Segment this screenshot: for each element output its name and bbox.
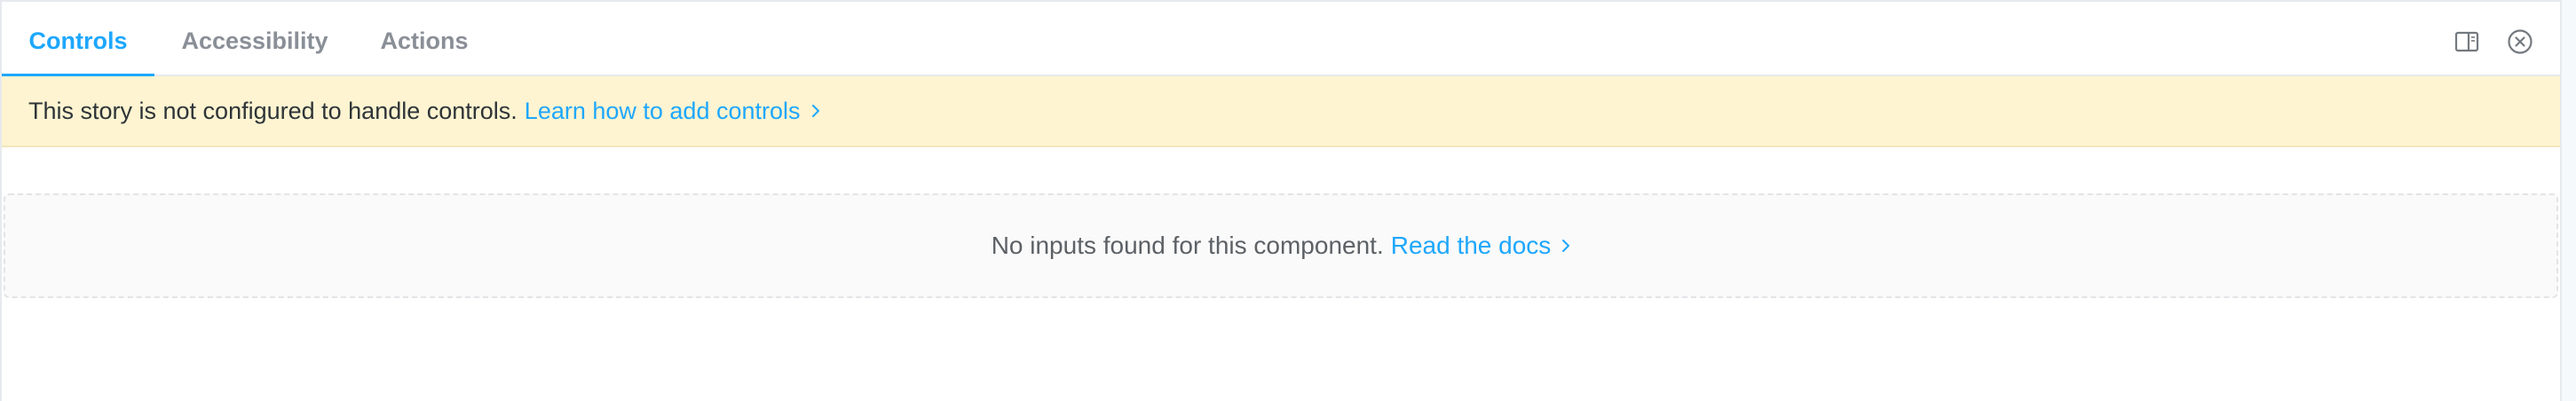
controls-warning-banner: This story is not configured to handle c…: [2, 76, 2560, 147]
tab-controls-label: Controls: [28, 27, 128, 54]
tab-controls[interactable]: Controls: [2, 5, 154, 78]
right-edge-gutter: [2560, 0, 2576, 401]
addon-tab-bar: Controls Accessibility Actions: [2, 5, 2560, 78]
read-docs-link[interactable]: Read the docs: [1391, 232, 1571, 260]
learn-add-controls-link[interactable]: Learn how to add controls: [525, 98, 820, 125]
tab-accessibility[interactable]: Accessibility: [167, 5, 343, 76]
addons-panel: Controls Accessibility Actions This stor: [0, 0, 2560, 401]
tab-accessibility-label: Accessibility: [181, 27, 328, 54]
chevron-right-icon: [1562, 240, 1570, 252]
close-addon-panel-button[interactable]: [2507, 28, 2533, 55]
learn-add-controls-label: Learn how to add controls: [524, 97, 801, 124]
empty-inputs-box: No inputs found for this component. Read…: [4, 193, 2558, 298]
banner-message: This story is not configured to handle c…: [28, 97, 518, 124]
tab-actions[interactable]: Actions: [366, 5, 483, 76]
empty-message: No inputs found for this component.: [991, 232, 1384, 259]
panel-orientation-icon: [2454, 31, 2479, 52]
toggle-panel-orientation-button[interactable]: [2454, 28, 2480, 55]
tab-actions-label: Actions: [380, 27, 469, 54]
close-circle-icon: [2508, 29, 2533, 54]
chevron-right-icon: [811, 105, 819, 117]
read-docs-label: Read the docs: [1390, 232, 1552, 259]
